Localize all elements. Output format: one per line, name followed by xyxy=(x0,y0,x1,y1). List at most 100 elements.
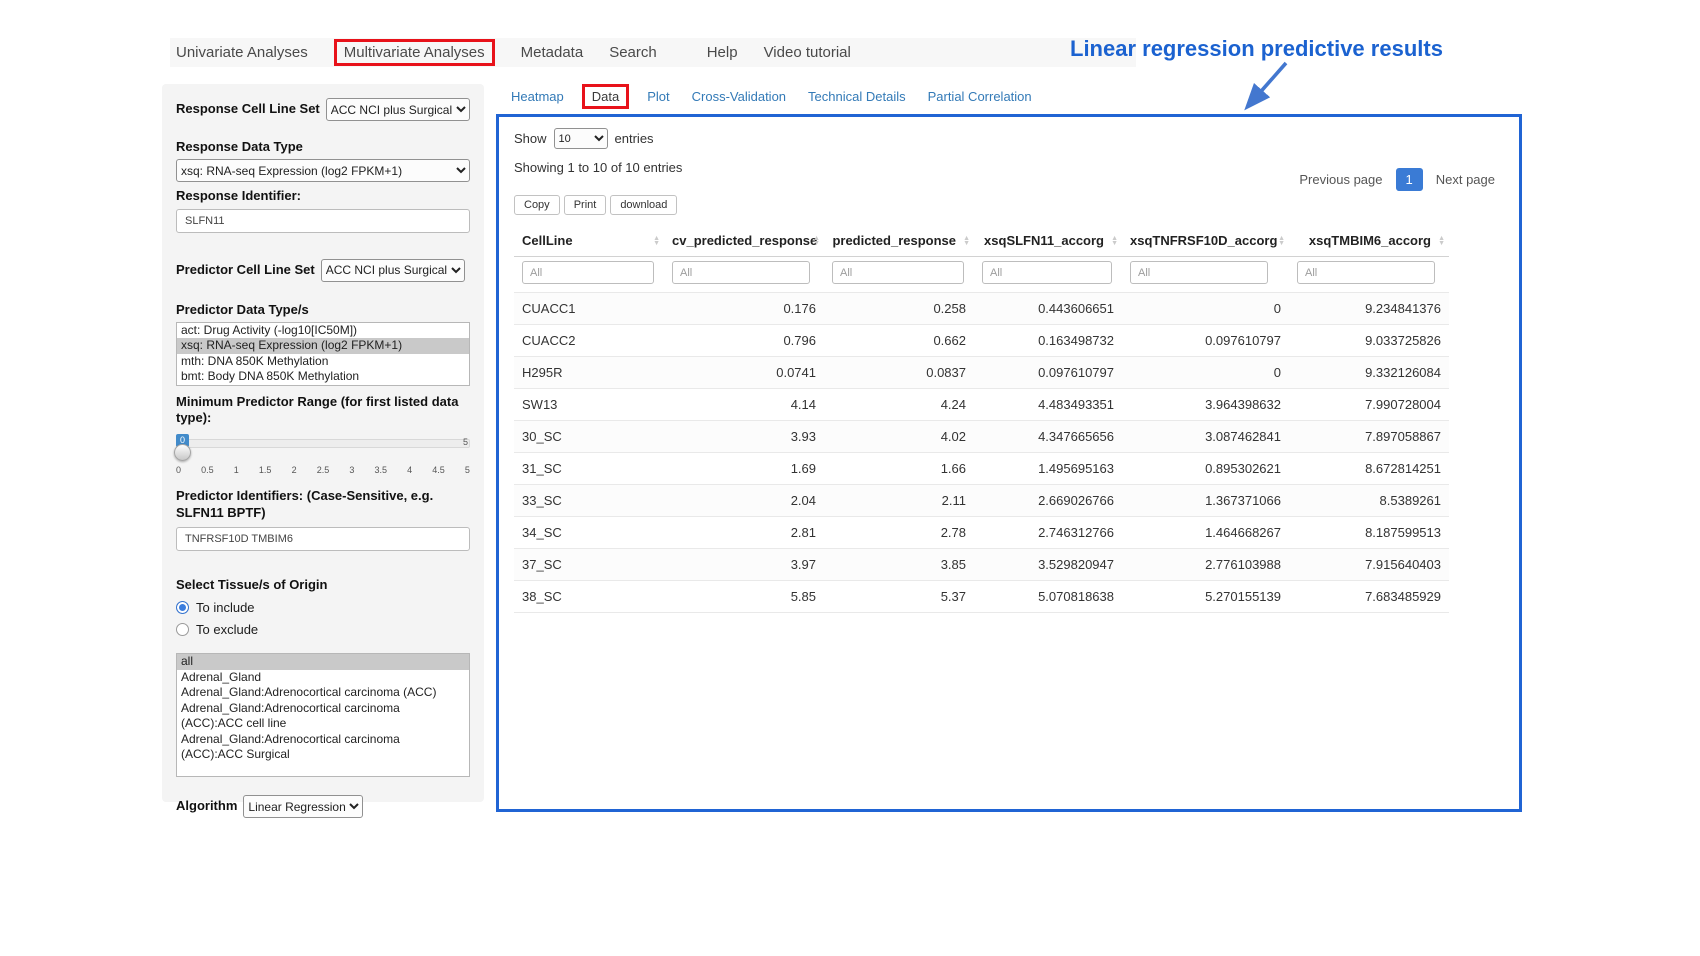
sort-icon: ▲▼ xyxy=(963,236,970,246)
response-data-type-label: Response Data Type xyxy=(176,139,470,155)
listbox-option[interactable]: Adrenal_Gland:Adrenocortical carcinoma (… xyxy=(177,701,469,732)
cell-value: 1.464668267 xyxy=(1122,517,1289,549)
tab-heatmap[interactable]: Heatmap xyxy=(511,89,564,104)
slider-max-label: 5 xyxy=(463,437,468,447)
column-header-xsqtmbim6-accorg[interactable]: xsqTMBIM6_accorg▲▼ xyxy=(1289,225,1449,257)
listbox-option[interactable]: bmt: Body DNA 850K Methylation xyxy=(177,369,469,385)
tab-data[interactable]: Data xyxy=(582,84,629,109)
next-page-button[interactable]: Next page xyxy=(1428,167,1503,192)
slider-tick-label: 3 xyxy=(349,465,354,475)
column-header-cv-predicted-response[interactable]: cv_predicted_response▲▼ xyxy=(664,225,824,257)
column-label: cv_predicted_response xyxy=(672,233,817,248)
filter-input-cv-predicted-response[interactable] xyxy=(672,261,810,284)
listbox-option[interactable]: mth: DNA 850K Methylation xyxy=(177,354,469,370)
cell-cellline: 31_SC xyxy=(514,453,664,485)
table-row: SW134.144.244.4834933513.9643986327.9907… xyxy=(514,389,1449,421)
column-header-cellline[interactable]: CellLine▲▼ xyxy=(514,225,664,257)
cell-cellline: CUACC2 xyxy=(514,325,664,357)
table-row: 31_SC1.691.661.4956951630.8953026218.672… xyxy=(514,453,1449,485)
filter-input-xsqtnfrsf10d-accorg[interactable] xyxy=(1130,261,1268,284)
nav-item-multivariate-analyses[interactable]: Multivariate Analyses xyxy=(334,39,495,66)
listbox-option[interactable]: Adrenal_Gland xyxy=(177,670,469,686)
filter-input-cellline[interactable] xyxy=(522,261,654,284)
column-header-xsqtnfrsf10d-accorg[interactable]: xsqTNFRSF10D_accorg▲▼ xyxy=(1122,225,1289,257)
cell-value: 8.672814251 xyxy=(1289,453,1449,485)
filter-input-predicted-response[interactable] xyxy=(832,261,964,284)
radio-label: To exclude xyxy=(196,622,258,637)
slider-handle[interactable] xyxy=(174,444,191,461)
cell-value: 7.915640403 xyxy=(1289,549,1449,581)
min-predictor-range-label: Minimum Predictor Range (for first liste… xyxy=(176,394,470,427)
response-identifier-input[interactable] xyxy=(176,209,470,233)
nav-item-univariate-analyses[interactable]: Univariate Analyses xyxy=(176,44,308,61)
cell-cellline: 30_SC xyxy=(514,421,664,453)
table-action-buttons: CopyPrintdownload xyxy=(514,195,1504,215)
column-header-predicted-response[interactable]: predicted_response▲▼ xyxy=(824,225,974,257)
table-row: CUACC10.1760.2580.44360665109.234841376 xyxy=(514,293,1449,325)
sort-desc-icon: ▼ xyxy=(813,241,820,246)
radio-option-to-exclude[interactable]: To exclude xyxy=(176,622,470,637)
tab-cross-validation[interactable]: Cross-Validation xyxy=(692,89,786,104)
cell-value: 0.0837 xyxy=(824,357,974,389)
cell-value: 9.033725826 xyxy=(1289,325,1449,357)
slider-tick-label: 4 xyxy=(407,465,412,475)
cell-value: 3.964398632 xyxy=(1122,389,1289,421)
sort-desc-icon: ▼ xyxy=(1111,241,1118,246)
response-data-type-select[interactable]: xsq: RNA-seq Expression (log2 FPKM+1) xyxy=(176,159,470,182)
table-print-button[interactable]: Print xyxy=(564,195,607,215)
listbox-option[interactable]: all xyxy=(177,654,469,670)
table-copy-button[interactable]: Copy xyxy=(514,195,560,215)
nav-item-help[interactable]: Help xyxy=(707,44,738,61)
cell-value: 3.087462841 xyxy=(1122,421,1289,453)
cell-cellline: SW13 xyxy=(514,389,664,421)
filter-input-xsqslfn11-accorg[interactable] xyxy=(982,261,1112,284)
predictor-data-type-listbox[interactable]: act: Drug Activity (-log10[IC50M])xsq: R… xyxy=(176,322,470,386)
filter-cell xyxy=(514,257,664,293)
table-download-button[interactable]: download xyxy=(610,195,677,215)
listbox-option[interactable]: Adrenal_Gland:Adrenocortical carcinoma (… xyxy=(177,685,469,701)
cell-cellline: CUACC1 xyxy=(514,293,664,325)
previous-page-button[interactable]: Previous page xyxy=(1291,167,1390,192)
predictor-identifiers-label: Predictor Identifiers: (Case-Sensitive, … xyxy=(176,488,470,521)
cell-value: 5.85 xyxy=(664,581,824,613)
predictor-cell-line-set-label: Predictor Cell Line Set xyxy=(176,262,315,278)
cell-value: 2.81 xyxy=(664,517,824,549)
slider-tick-label: 2 xyxy=(292,465,297,475)
tab-partial-correlation[interactable]: Partial Correlation xyxy=(928,89,1032,104)
cell-value: 8.187599513 xyxy=(1289,517,1449,549)
column-header-xsqslfn11-accorg[interactable]: xsqSLFN11_accorg▲▼ xyxy=(974,225,1122,257)
listbox-option[interactable]: act: Drug Activity (-log10[IC50M]) xyxy=(177,323,469,339)
tissue-origin-listbox[interactable]: allAdrenal_GlandAdrenal_Gland:Adrenocort… xyxy=(176,653,470,777)
radio-option-to-include[interactable]: To include xyxy=(176,600,470,615)
algorithm-select[interactable]: Linear Regression xyxy=(243,795,363,818)
page-1-button[interactable]: 1 xyxy=(1396,168,1423,191)
listbox-option[interactable]: Adrenal_Gland:Adrenocortical carcinoma (… xyxy=(177,732,469,763)
listbox-option[interactable]: xsq: RNA-seq Expression (log2 FPKM+1) xyxy=(177,338,469,354)
cell-value: 0.176 xyxy=(664,293,824,325)
cell-value: 1.367371066 xyxy=(1122,485,1289,517)
cell-value: 0.258 xyxy=(824,293,974,325)
tab-plot[interactable]: Plot xyxy=(647,89,669,104)
predictor-cell-line-set-select[interactable]: ACC NCI plus Surgical xyxy=(321,259,465,282)
slider-tick-label: 3.5 xyxy=(374,465,387,475)
column-label: xsqTNFRSF10D_accorg xyxy=(1130,233,1277,248)
sidebar: Response Cell Line Set ACC NCI plus Surg… xyxy=(162,84,484,802)
min-predictor-range-slider[interactable]: 0 5 00.511.522.533.544.55 xyxy=(176,434,470,480)
slider-tick-label: 0 xyxy=(176,465,181,475)
tab-technical-details[interactable]: Technical Details xyxy=(808,89,906,104)
cell-value: 3.93 xyxy=(664,421,824,453)
show-entries-select[interactable]: 10 xyxy=(554,128,608,149)
slider-track[interactable] xyxy=(176,439,470,448)
nav-item-metadata[interactable]: Metadata xyxy=(521,44,584,61)
predictor-identifiers-input[interactable] xyxy=(176,527,470,551)
filter-input-xsqtmbim6-accorg[interactable] xyxy=(1297,261,1435,284)
cell-value: 5.070818638 xyxy=(974,581,1122,613)
radio-label: To include xyxy=(196,600,255,615)
algorithm-label: Algorithm xyxy=(176,798,237,814)
sort-icon: ▲▼ xyxy=(1111,236,1118,246)
nav-item-search[interactable]: Search xyxy=(609,44,657,61)
filter-cell xyxy=(1122,257,1289,293)
response-cell-line-set-select[interactable]: ACC NCI plus Surgical xyxy=(326,98,470,121)
nav-item-video-tutorial[interactable]: Video tutorial xyxy=(764,44,851,61)
cell-value: 1.495695163 xyxy=(974,453,1122,485)
